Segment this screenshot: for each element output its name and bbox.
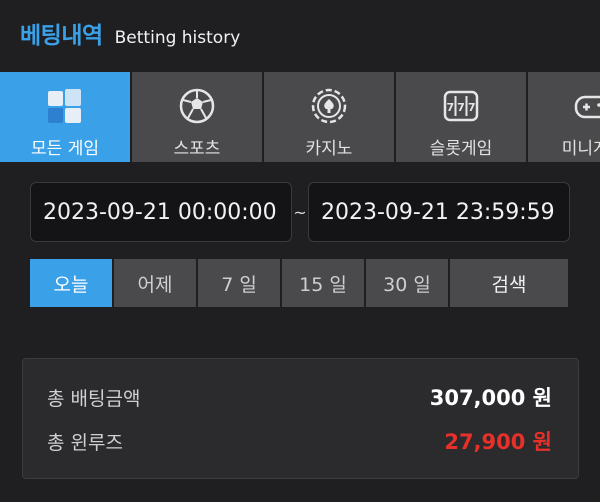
total-winloss-label: 총 윈루즈: [47, 431, 123, 454]
tab-slots[interactable]: 7 7 7 슬롯게임: [396, 72, 526, 162]
range-7-days-button[interactable]: 7 일: [198, 259, 280, 307]
range-30-days-button[interactable]: 30 일: [366, 259, 448, 307]
tab-label: 스포츠: [173, 139, 221, 159]
start-date-input[interactable]: [30, 182, 292, 242]
range-yesterday-button[interactable]: 어제: [114, 259, 196, 307]
game-category-tabs: 모든 게임 스포츠 카지노 7 7 7 슬롯게임 미니: [0, 72, 600, 162]
total-winloss-row: 총 윈루즈 27,900 원: [47, 425, 552, 457]
end-date-input[interactable]: [308, 182, 570, 242]
tab-label: 슬롯게임: [429, 139, 493, 159]
svg-text:7: 7: [446, 101, 454, 114]
tab-sports[interactable]: 스포츠: [132, 72, 262, 162]
tab-label: 모든 게임: [31, 139, 99, 159]
total-bet-row: 총 배팅금액 307,000 원: [47, 381, 552, 413]
search-button[interactable]: 검색: [450, 259, 568, 307]
date-range: ~: [30, 182, 570, 242]
tab-casino[interactable]: 카지노: [264, 72, 394, 162]
total-bet-value: 307,000 원: [429, 386, 552, 410]
range-15-days-button[interactable]: 15 일: [282, 259, 364, 307]
page-header: 베팅내역 Betting history: [20, 16, 240, 56]
tab-all-games[interactable]: 모든 게임: [0, 72, 130, 162]
slot-machine-icon: 7 7 7: [441, 86, 481, 126]
svg-text:7: 7: [457, 101, 465, 114]
tab-minigames[interactable]: 미니게임: [528, 72, 600, 162]
svg-text:7: 7: [468, 101, 476, 114]
all-games-icon: [45, 86, 85, 126]
betting-history-page: 베팅내역 Betting history 모든 게임 스포츠 카지노 7 7 7…: [0, 0, 600, 502]
tab-label: 카지노: [305, 139, 353, 159]
total-bet-label: 총 배팅금액: [47, 387, 141, 410]
gamepad-icon: [573, 86, 600, 126]
total-winloss-value: 27,900 원: [444, 430, 552, 454]
tab-label: 미니게임: [561, 139, 600, 159]
date-separator: ~: [293, 202, 307, 222]
betting-summary-card: 총 배팅금액 307,000 원 총 윈루즈 27,900 원: [22, 358, 579, 479]
page-title: 베팅내역: [20, 23, 103, 49]
casino-chip-icon: [309, 86, 349, 126]
page-subtitle: Betting history: [114, 28, 241, 48]
range-today-button[interactable]: 오늘: [30, 259, 112, 307]
soccer-ball-icon: [177, 86, 217, 126]
quick-range-buttons: 오늘 어제 7 일 15 일 30 일 검색: [30, 259, 570, 307]
